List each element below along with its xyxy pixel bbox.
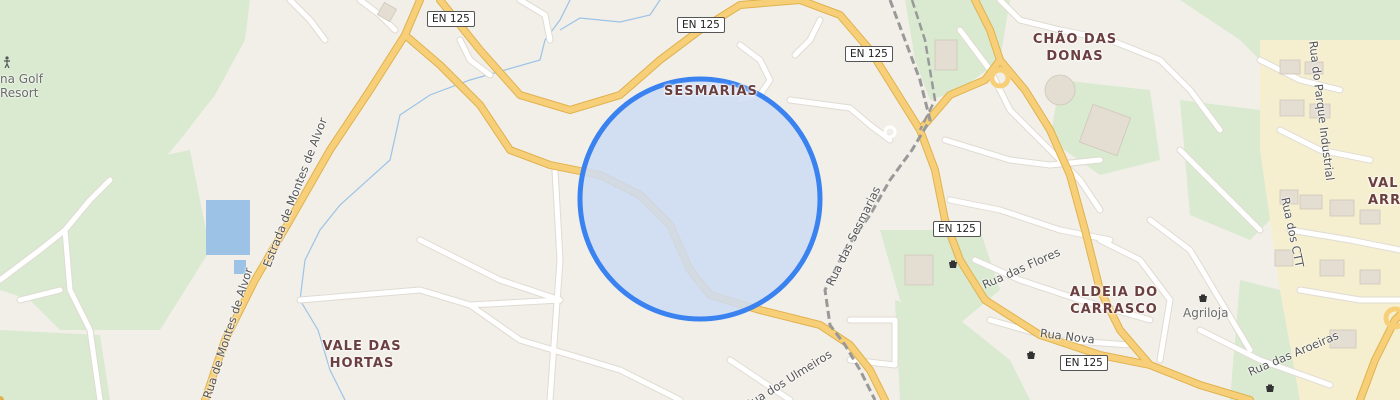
poi-agriloja[interactable]: Agriloja <box>1183 306 1228 320</box>
shop-icon <box>1199 294 1207 302</box>
road-shield-en125: EN 125 <box>933 221 981 237</box>
road-shield-en125: EN 125 <box>677 17 725 33</box>
area-label-sesmarias: SESMARIAS <box>664 84 758 99</box>
road-shield-en125: EN 125 <box>845 46 893 62</box>
shop-icon <box>1266 384 1274 392</box>
shop-icon <box>949 260 957 268</box>
road-shield-en125: EN 125 <box>1060 355 1108 371</box>
area-label-vale-das-hortas: VALE DAS HORTAS <box>322 339 402 371</box>
map-canvas[interactable]: SESMARIAS CHÃO DAS DONAS ALDEIA DO CARRASC… <box>0 0 1400 400</box>
location-circle <box>577 76 823 322</box>
area-label-vale-arra: VALARRA <box>1368 176 1400 208</box>
poi-golf-resort[interactable]: na Golf Resort <box>0 72 43 100</box>
area-label-aldeia-do-carrasco: ALDEIA DO CARRASCO <box>1069 285 1159 317</box>
road-shield-en125: EN 125 <box>427 11 475 27</box>
shop-icon <box>1027 351 1035 359</box>
area-label-chao-das-donas: CHÃO DAS DONAS <box>1032 32 1118 64</box>
golf-icon <box>4 56 10 68</box>
